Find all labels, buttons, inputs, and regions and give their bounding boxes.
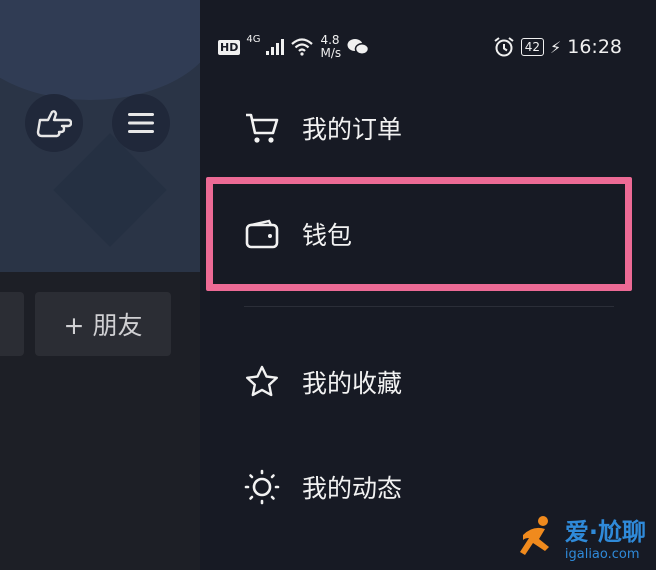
watermark: 爱·尬聊 igaliao.com bbox=[517, 512, 646, 562]
menu-item-label: 我的收藏 bbox=[302, 369, 403, 398]
hand-pointer-icon bbox=[36, 110, 72, 138]
hand-pointer-button[interactable] bbox=[25, 94, 83, 152]
partial-button[interactable] bbox=[0, 292, 24, 356]
wifi-icon bbox=[291, 38, 314, 56]
menu-item-favorites[interactable]: 我的收藏 bbox=[244, 364, 402, 400]
menu-item-label: 我的动态 bbox=[302, 474, 403, 503]
menu-button[interactable] bbox=[112, 94, 170, 152]
background-app-panel: + 朋友 bbox=[0, 0, 200, 570]
clock: 16:28 bbox=[567, 36, 622, 58]
network-speed: 4.8 M/s bbox=[320, 34, 341, 60]
runner-logo-icon bbox=[519, 516, 549, 555]
speed-unit: M/s bbox=[320, 46, 342, 60]
charging-icon: ⚡ bbox=[550, 37, 562, 57]
network-type: 4G bbox=[246, 34, 261, 45]
sun-icon bbox=[244, 469, 280, 505]
hero-decoration bbox=[0, 0, 200, 100]
menu-item-moments[interactable]: 我的动态 bbox=[244, 469, 402, 505]
menu-divider bbox=[244, 306, 614, 307]
signal-icon bbox=[266, 39, 285, 55]
watermark-text: 爱·尬聊 bbox=[564, 518, 646, 546]
menu-item-label: 我的订单 bbox=[302, 115, 403, 144]
wechat-icon bbox=[347, 39, 370, 55]
battery-level: 42 bbox=[520, 38, 544, 56]
hd-badge: HD bbox=[218, 39, 241, 55]
star-icon bbox=[244, 364, 280, 400]
cart-icon bbox=[244, 110, 280, 146]
alarm-icon bbox=[494, 37, 514, 57]
hamburger-icon bbox=[128, 113, 154, 133]
add-friend-button[interactable]: + 朋友 bbox=[35, 292, 171, 356]
wallet-highlight-box bbox=[206, 177, 632, 291]
status-bar: HD 4G 4.8 M/s 42 ⚡ 16:28 bbox=[200, 0, 656, 96]
watermark-url: igaliao.com bbox=[564, 547, 640, 562]
menu-item-orders[interactable]: 我的订单 bbox=[244, 110, 402, 146]
